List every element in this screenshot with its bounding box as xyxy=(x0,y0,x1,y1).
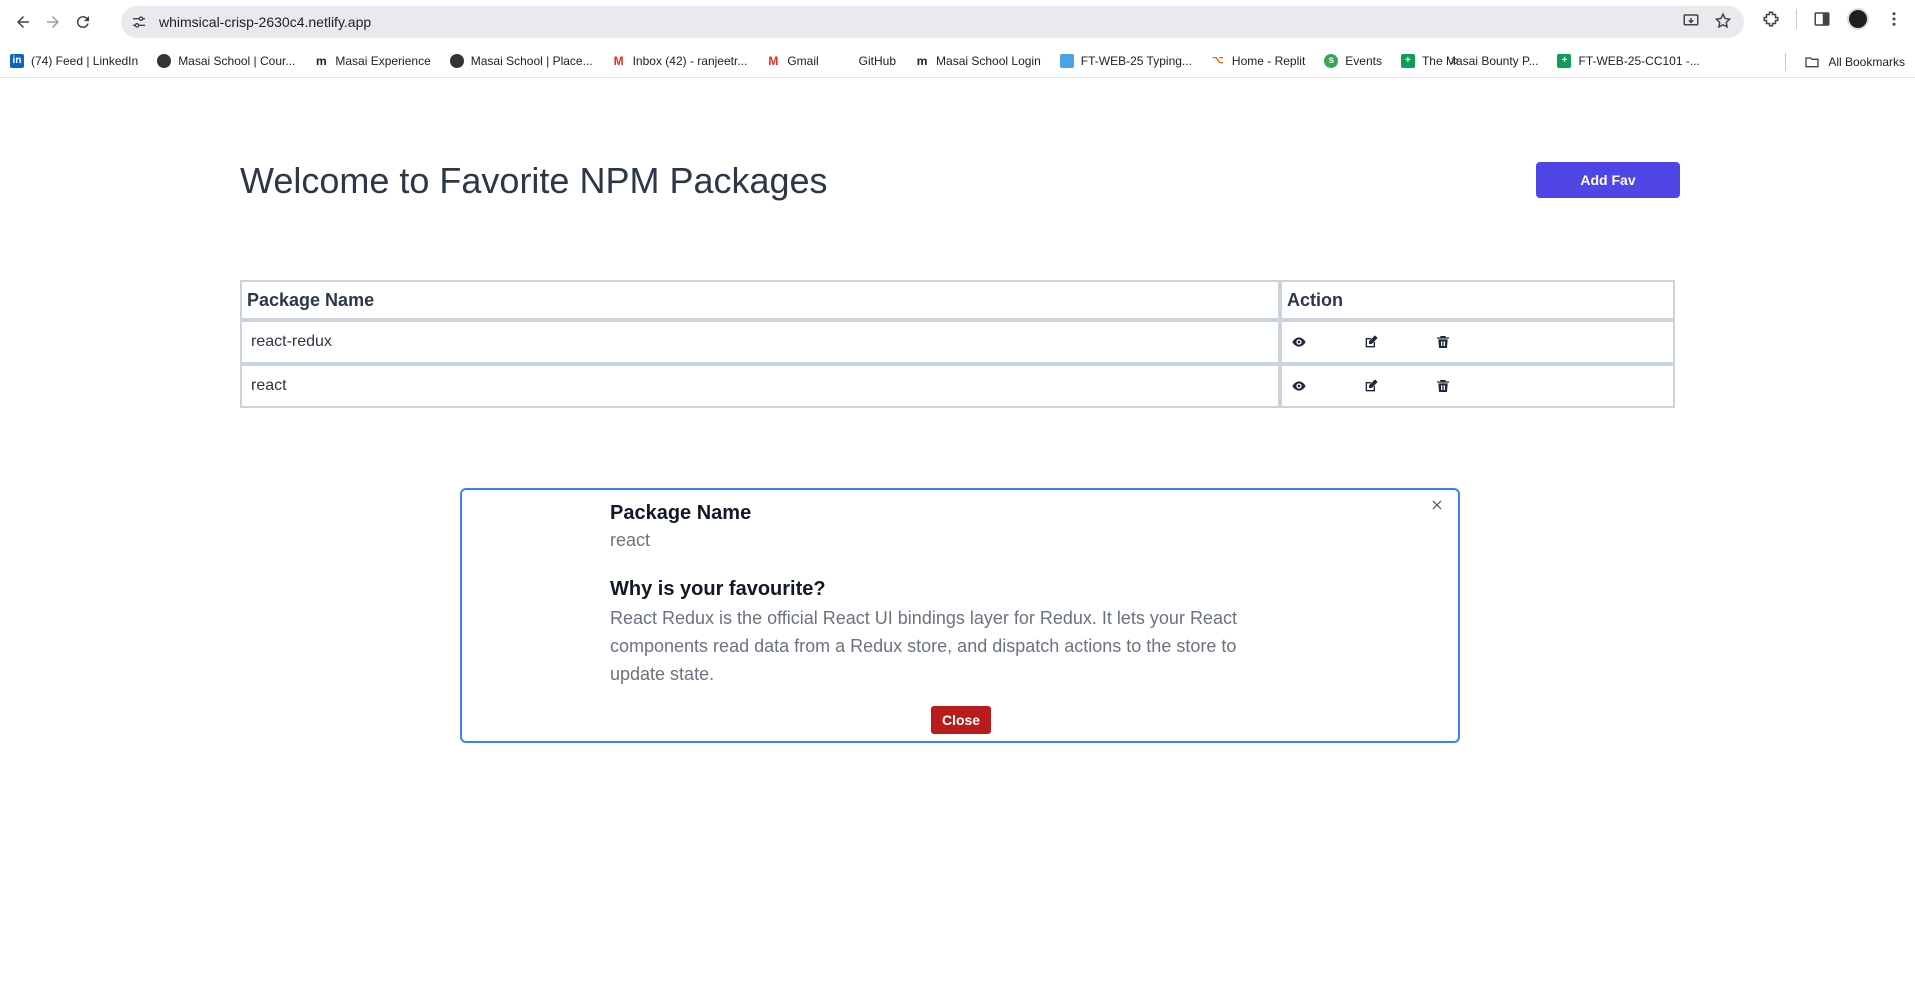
address-bar[interactable]: whimsical-crisp-2630c4.netlify.app xyxy=(121,6,1744,38)
folder-icon xyxy=(1805,57,1819,68)
typing-icon xyxy=(1059,53,1074,68)
bookmarks-bar: in (74) Feed | LinkedIn Masai School | Co… xyxy=(0,44,1915,78)
more-bookmarks-icon[interactable]: » xyxy=(1451,52,1459,69)
edit-icon[interactable] xyxy=(1363,376,1435,396)
package-name-cell: react xyxy=(240,364,1280,408)
bookmark-item[interactable]: m Masai School Login xyxy=(915,54,1041,68)
bookmark-item[interactable]: + FT-WEB-25-CC101 -... xyxy=(1557,53,1700,68)
bookmark-item[interactable]: M Gmail xyxy=(766,54,818,68)
forward-icon[interactable] xyxy=(38,7,68,37)
masai-icon: m xyxy=(316,53,327,68)
bookmark-label: FT-WEB-25 Typing... xyxy=(1080,53,1192,68)
bookmark-star-icon[interactable] xyxy=(1714,12,1732,30)
sheets-icon: + xyxy=(1557,53,1572,68)
modal-why-label: Why is your favourite? xyxy=(610,578,826,600)
bookmark-item[interactable]: s Events xyxy=(1324,53,1382,68)
view-icon[interactable] xyxy=(1291,376,1363,396)
column-header-action: Action xyxy=(1280,280,1675,320)
side-panel-icon[interactable] xyxy=(1813,10,1831,28)
action-cell xyxy=(1280,364,1675,408)
reload-icon[interactable] xyxy=(68,7,98,37)
bookmarks-separator xyxy=(1785,53,1787,71)
modal-name-label: Package Name xyxy=(610,502,752,524)
install-app-icon[interactable] xyxy=(1682,12,1700,30)
add-fav-button[interactable]: Add Fav xyxy=(1536,162,1680,198)
site-settings-icon[interactable] xyxy=(131,14,147,30)
bookmark-label: Masai Experience xyxy=(335,53,431,68)
globe-icon xyxy=(157,53,172,68)
bookmark-item[interactable]: GitHub xyxy=(838,54,896,68)
delete-icon[interactable] xyxy=(1435,332,1507,352)
bookmark-item[interactable]: Masai School | Cour... xyxy=(157,53,296,68)
bookmark-label: Home - Replit xyxy=(1231,53,1306,68)
bookmark-item[interactable]: + The Masai Bounty P... xyxy=(1400,53,1539,68)
bookmark-label: Masai School Login xyxy=(936,53,1041,68)
package-name-cell: react-redux xyxy=(240,320,1280,364)
browser-toolbar: whimsical-crisp-2630c4.netlify.app xyxy=(0,0,1915,44)
all-bookmarks-label: All Bookmarks xyxy=(1828,55,1905,69)
bookmark-label: (74) Feed | LinkedIn xyxy=(31,53,139,68)
replit-icon: ⌥ xyxy=(1212,55,1224,66)
all-bookmarks-button[interactable]: All Bookmarks xyxy=(1785,53,1905,71)
profile-avatar[interactable] xyxy=(1847,8,1869,30)
bookmark-item[interactable]: in (74) Feed | LinkedIn xyxy=(10,53,139,68)
bookmark-label: FT-WEB-25-CC101 -... xyxy=(1578,53,1700,68)
bookmark-label: Inbox (42) - ranjeetr... xyxy=(632,53,748,68)
modal-name-value: react xyxy=(610,530,651,550)
delete-icon[interactable] xyxy=(1435,376,1507,396)
package-details-modal: Package Name react Why is your favourite… xyxy=(460,488,1460,743)
bookmark-item[interactable]: Masai School | Place... xyxy=(449,53,593,68)
gmail-icon: M xyxy=(768,53,779,68)
action-cell xyxy=(1280,320,1675,364)
close-icon[interactable] xyxy=(1430,498,1450,518)
column-header-package-name: Package Name xyxy=(240,280,1280,320)
bookmark-item[interactable]: FT-WEB-25 Typing... xyxy=(1059,53,1192,68)
table-header-row: Package Name Action xyxy=(240,280,1675,320)
url-text[interactable]: whimsical-crisp-2630c4.netlify.app xyxy=(159,14,371,30)
back-icon[interactable] xyxy=(8,7,38,37)
table-row: react xyxy=(240,364,1675,408)
bookmark-label: Events xyxy=(1345,53,1382,68)
table-row: react-redux xyxy=(240,320,1675,364)
bookmark-label: Masai School | Cour... xyxy=(178,53,296,68)
edit-icon[interactable] xyxy=(1363,332,1435,352)
menu-kebab-icon[interactable] xyxy=(1885,10,1903,28)
sheets-icon: + xyxy=(1400,53,1415,68)
toolbar-separator xyxy=(1796,9,1797,29)
linkedin-icon: in xyxy=(10,53,24,68)
bookmark-item[interactable]: M Inbox (42) - ranjeetr... xyxy=(612,54,748,68)
events-icon: s xyxy=(1324,53,1339,68)
view-icon[interactable] xyxy=(1291,332,1363,352)
extensions-icon[interactable] xyxy=(1762,10,1780,28)
modal-why-value: React Redux is the official React UI bin… xyxy=(610,608,1237,684)
bookmark-item[interactable]: ⌥ Home - Replit xyxy=(1211,54,1305,68)
github-icon xyxy=(838,54,852,68)
bookmark-label: Masai School | Place... xyxy=(470,53,593,68)
page-title: Welcome to Favorite NPM Packages xyxy=(240,160,828,201)
bookmark-label: The Masai Bounty P... xyxy=(1421,53,1539,68)
masai-icon: m xyxy=(916,53,928,68)
bookmark-item[interactable]: m Masai Experience xyxy=(314,53,431,68)
globe-icon xyxy=(449,53,464,68)
bookmark-label: GitHub xyxy=(858,53,897,68)
gmail-icon: M xyxy=(613,53,624,68)
bookmark-label: Gmail xyxy=(787,53,819,68)
packages-table: Package Name Action react-redux react xyxy=(240,280,1675,408)
close-button[interactable]: Close xyxy=(931,706,991,734)
